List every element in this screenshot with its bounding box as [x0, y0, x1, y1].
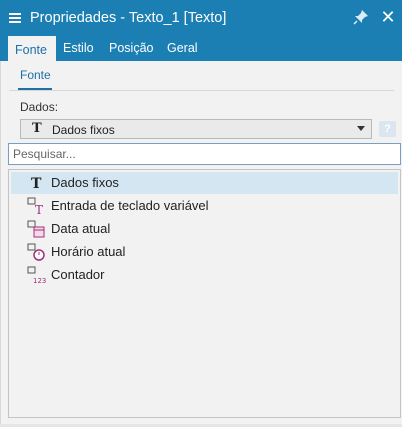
clock-icon [27, 243, 45, 261]
calendar-icon [27, 220, 45, 238]
text-t-icon: T [31, 176, 42, 192]
list-item-contador[interactable]: 123 Contador [11, 264, 398, 286]
data-source-list: T Dados fixos T Entrada de teclado variá… [8, 169, 401, 418]
svg-text:123: 123 [33, 277, 46, 284]
list-item-label: Data atual [51, 221, 111, 236]
help-icon[interactable]: ? [379, 121, 396, 137]
list-item-label: Dados fixos [51, 175, 119, 190]
svg-text:T: T [35, 203, 43, 215]
divider [9, 90, 394, 91]
tab-posicao[interactable]: Posição [109, 36, 153, 62]
dropdown-arrow-icon[interactable] [357, 126, 365, 131]
list-item-label: Horário atual [51, 244, 126, 259]
list-item-dados-fixos[interactable]: T Dados fixos [11, 172, 398, 194]
search-input[interactable] [8, 143, 401, 165]
list-item-entrada-teclado[interactable]: T Entrada de teclado variável [11, 195, 398, 217]
tab-geral[interactable]: Geral [167, 36, 198, 62]
tab-bar [0, 36, 402, 61]
dados-dropdown[interactable]: T Dados fixos [20, 119, 372, 139]
tab-estilo[interactable]: Estilo [63, 36, 94, 62]
title-bar: Propriedades - Texto_1 [Texto] [0, 0, 402, 36]
close-icon[interactable]: ✕ [380, 8, 396, 26]
dados-selected-value: Dados fixos [52, 123, 115, 137]
tab-fonte[interactable]: Fonte [8, 36, 56, 62]
list-item-data-atual[interactable]: Data atual [11, 218, 398, 240]
dados-label: Dados: [20, 100, 59, 114]
pin-icon[interactable] [352, 8, 370, 26]
menu-icon[interactable] [9, 13, 21, 23]
list-item-horario-atual[interactable]: Horário atual [11, 241, 398, 263]
text-t-icon: T [32, 121, 42, 136]
list-item-label: Contador [51, 267, 105, 282]
subtab-fonte[interactable]: Fonte [20, 68, 51, 82]
counter-icon: 123 [27, 266, 46, 284]
keyboard-input-icon: T [27, 197, 43, 215]
properties-window: Propriedades - Texto_1 [Texto] ✕ Fonte E… [0, 0, 402, 427]
window-title: Propriedades - Texto_1 [Texto] [30, 10, 227, 26]
list-item-label: Entrada de teclado variável [51, 198, 209, 213]
svg-text:T: T [31, 176, 42, 192]
